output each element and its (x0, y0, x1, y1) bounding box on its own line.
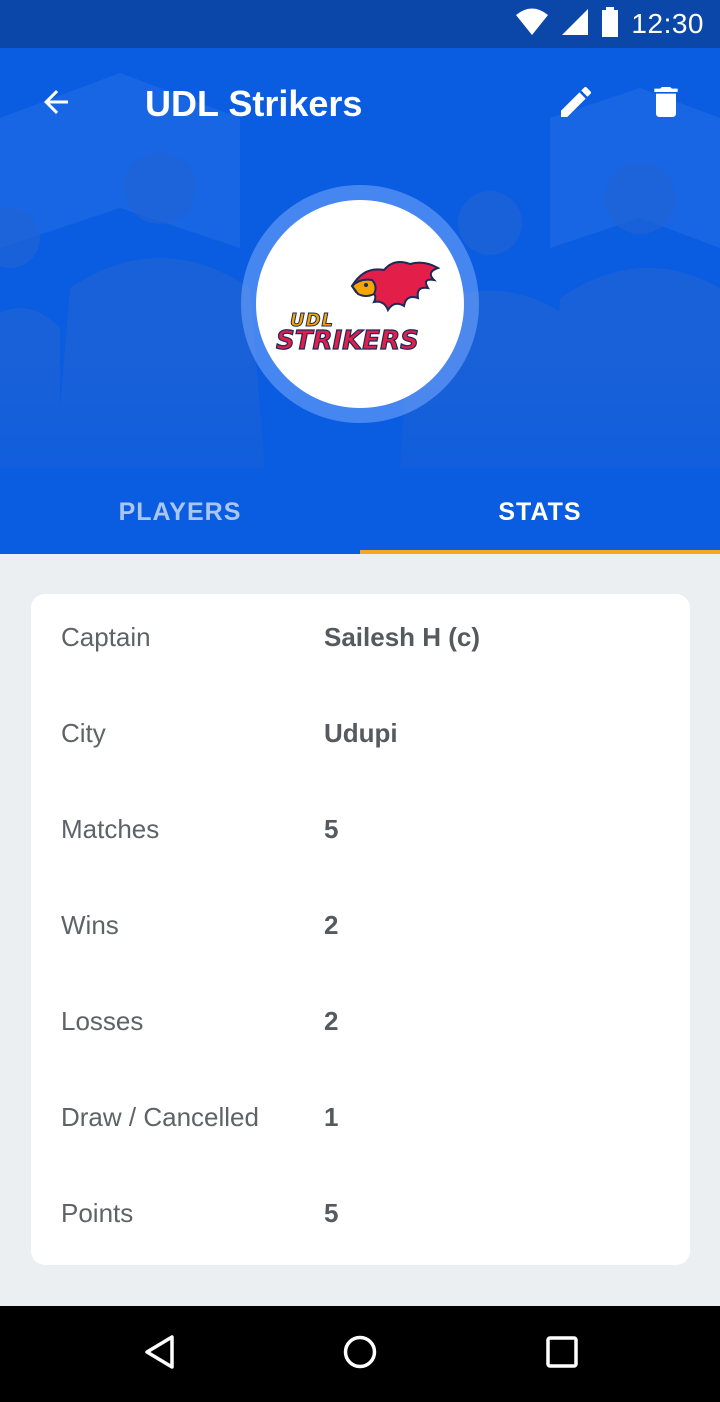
stat-row-wins: Wins 2 (31, 882, 690, 978)
stat-row-city: City Udupi (31, 690, 690, 786)
stat-label: Losses (61, 1006, 144, 1036)
tab-stats-label: STATS (498, 497, 582, 526)
nav-back-button[interactable] (136, 1330, 184, 1378)
stat-label: Wins (61, 910, 119, 940)
stat-row-matches: Matches 5 (31, 786, 690, 882)
back-button[interactable] (28, 76, 84, 132)
system-nav-bar (0, 1306, 720, 1402)
stat-value: 2 (324, 1006, 339, 1036)
wifi-icon (515, 8, 549, 41)
nav-home-button[interactable] (336, 1330, 384, 1378)
status-bar: 12:30 (0, 0, 720, 48)
back-triangle-icon (142, 1334, 178, 1375)
status-icons: 12:30 (515, 0, 704, 48)
stat-value: Udupi (324, 718, 398, 748)
stat-row-losses: Losses 2 (31, 978, 690, 1074)
stat-value: 2 (324, 910, 339, 940)
stat-label: City (61, 718, 106, 748)
team-header: UDL Strikers UDL STRIKERS PLAYERS STATS (0, 48, 720, 554)
tab-stats[interactable]: STATS (360, 470, 720, 554)
lion-emblem-icon (350, 261, 441, 313)
toolbar: UDL Strikers (0, 48, 720, 160)
stat-label: Captain (61, 622, 151, 652)
edit-button[interactable] (548, 76, 604, 132)
team-logo-ring: UDL STRIKERS (241, 185, 479, 423)
delete-button[interactable] (638, 76, 694, 132)
stat-row-captain: Captain Sailesh H (c) (31, 594, 690, 690)
arrow-back-icon (38, 84, 74, 125)
stat-label: Points (61, 1198, 134, 1228)
page-title: UDL Strikers (145, 83, 363, 124)
stat-row-points: Points 5 (31, 1170, 690, 1266)
nav-recents-button[interactable] (538, 1330, 586, 1378)
tab-indicator (360, 550, 720, 554)
tab-bar: PLAYERS STATS (0, 470, 720, 554)
pencil-icon (556, 82, 596, 127)
logo-text-strikers: STRIKERS (275, 325, 419, 356)
stat-row-draw-cancelled: Draw / Cancelled 1 (31, 1074, 690, 1170)
stats-card: Captain Sailesh H (c) City Udupi Matches… (31, 594, 690, 1265)
home-circle-icon (342, 1334, 378, 1375)
team-logo: UDL STRIKERS (256, 200, 464, 408)
trash-icon (646, 82, 686, 127)
stat-value: 1 (324, 1102, 339, 1132)
battery-icon (601, 6, 619, 42)
stat-value: 5 (324, 1198, 339, 1228)
recents-square-icon (544, 1334, 580, 1375)
stat-label: Matches (61, 814, 160, 844)
tab-players[interactable]: PLAYERS (0, 470, 360, 554)
stat-value: Sailesh H (c) (324, 622, 481, 652)
stat-label: Draw / Cancelled (61, 1102, 259, 1132)
stat-value: 5 (324, 814, 339, 844)
status-time: 12:30 (631, 8, 704, 39)
signal-icon (561, 8, 589, 41)
